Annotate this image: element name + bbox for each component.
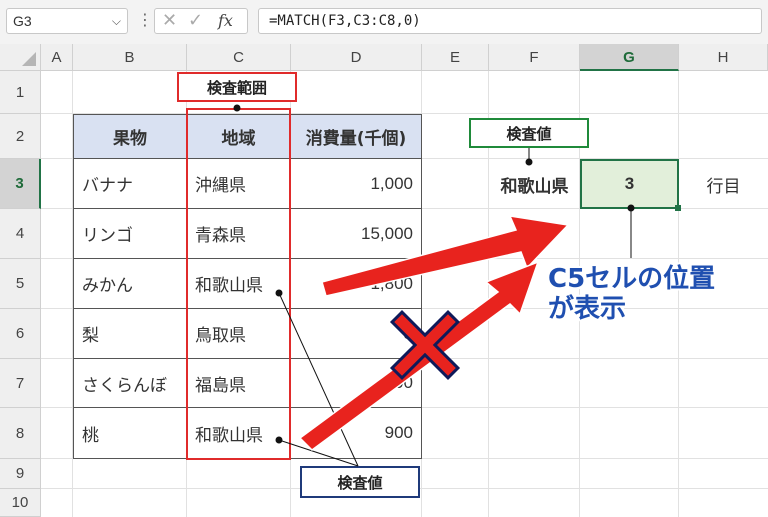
cell-b4[interactable]: リンゴ xyxy=(73,208,187,259)
column-header-e[interactable]: E xyxy=(422,44,489,71)
cell-d6[interactable]: 8 xyxy=(290,308,422,359)
cell-b7[interactable]: さくらんぼ xyxy=(73,358,187,408)
cell-d7[interactable]: 600 xyxy=(290,358,422,408)
cell-g3-active[interactable]: 3 xyxy=(580,159,679,209)
row-header-10[interactable]: 10 xyxy=(0,489,41,517)
column-header-a[interactable]: A xyxy=(41,44,73,71)
select-all-button[interactable] xyxy=(0,44,41,71)
formula-bar: G3 ⌵ ⋮ ✕ ✓ fx =MATCH(F3,C3:C8,0) xyxy=(0,0,768,45)
cell-b3[interactable]: バナナ xyxy=(73,158,187,209)
row-header-5[interactable]: 5 xyxy=(0,259,41,309)
lookup-range-highlight xyxy=(186,108,291,460)
enter-icon[interactable]: ✓ xyxy=(188,10,203,31)
caption-line-1: C5セルの位置 xyxy=(548,264,716,294)
row-header-2[interactable]: 2 xyxy=(0,114,41,159)
cell-d4[interactable]: 15,000 xyxy=(290,208,422,259)
cell-d3[interactable]: 1,000 xyxy=(290,158,422,209)
lookup-callout-top: 検査値 xyxy=(469,118,589,148)
table-header-amount[interactable]: 消費量(千個) xyxy=(290,114,422,159)
formula-tools: ✕ ✓ fx xyxy=(154,8,248,34)
cell-d8[interactable]: 900 xyxy=(290,407,422,459)
row-header-3[interactable]: 3 xyxy=(0,159,41,209)
column-header-g[interactable]: G xyxy=(580,44,679,71)
row-header-4[interactable]: 4 xyxy=(0,209,41,259)
chevron-down-icon[interactable]: ⌵ xyxy=(112,9,121,33)
cancel-icon[interactable]: ✕ xyxy=(162,10,177,31)
column-header-h[interactable]: H xyxy=(679,44,768,71)
table-header-fruit[interactable]: 果物 xyxy=(73,114,187,159)
name-box-value: G3 xyxy=(13,13,32,29)
cell-b5[interactable]: みかん xyxy=(73,258,187,309)
more-options-icon[interactable]: ⋮ xyxy=(137,10,153,29)
column-header-b[interactable]: B xyxy=(73,44,187,71)
row-header-8[interactable]: 8 xyxy=(0,408,41,459)
column-header-d[interactable]: D xyxy=(291,44,422,71)
cell-d5[interactable]: 1,800 xyxy=(290,258,422,309)
explanation-caption: C5セルの位置 が表示 xyxy=(548,264,715,324)
row-header-6[interactable]: 6 xyxy=(0,309,41,359)
cell-b8[interactable]: 桃 xyxy=(73,407,187,459)
cell-b6[interactable]: 梨 xyxy=(73,308,187,359)
range-callout: 検査範囲 xyxy=(177,72,297,102)
name-box[interactable]: G3 ⌵ xyxy=(6,8,128,34)
row-header-1[interactable]: 1 xyxy=(0,71,41,114)
lookup-callout-bottom: 検査値 xyxy=(300,466,420,498)
cell-h3[interactable]: 行目 xyxy=(679,159,768,209)
cell-f3[interactable]: 和歌山県 xyxy=(489,159,580,209)
row-header-9[interactable]: 9 xyxy=(0,459,41,489)
column-header-f[interactable]: F xyxy=(489,44,580,71)
formula-input[interactable]: =MATCH(F3,C3:C8,0) xyxy=(258,8,762,34)
row-header-7[interactable]: 7 xyxy=(0,359,41,408)
insert-function-icon[interactable]: fx xyxy=(218,11,233,30)
column-header-c[interactable]: C xyxy=(187,44,291,71)
caption-line-2: が表示 xyxy=(548,294,627,324)
